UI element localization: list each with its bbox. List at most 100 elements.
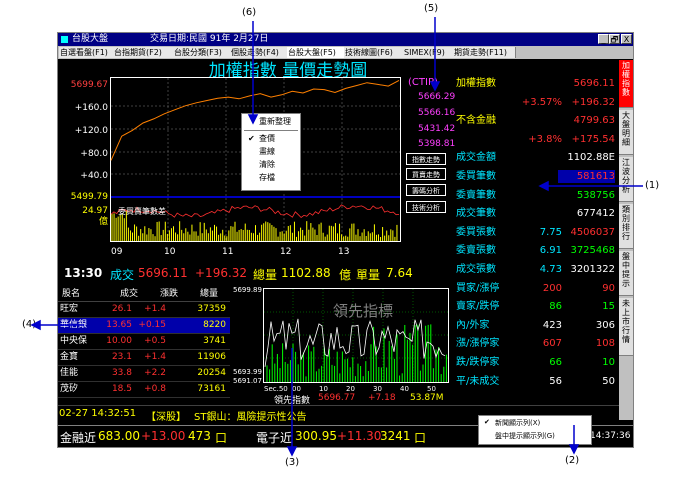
summary-value-b: +196.32 (571, 96, 615, 108)
cell-chg: +0.5 (144, 336, 166, 346)
side-tab-alerts[interactable]: 盤中提示 (619, 251, 633, 296)
side-tab-wave[interactable]: 江波分析 (619, 157, 633, 202)
col-header-change: 漲跌 (160, 289, 179, 299)
menu-item-news-bar[interactable]: 新聞顯示列(X) (479, 417, 591, 429)
table-row[interactable]: 金寶 23.1 +1.4 11906 (58, 350, 230, 366)
index-trend-button[interactable]: 指數走勢 (406, 153, 446, 165)
table-row[interactable]: 茂矽 18.5 +0.8 73161 (58, 382, 230, 398)
tab-tw-category[interactable]: 台股分類(F3) (173, 47, 231, 58)
tab-market[interactable]: 台股大盤(F5) (287, 47, 345, 58)
col-header-volume: 總量 (200, 289, 219, 299)
price-low-label: 5499.79 (70, 192, 108, 202)
bottom-right-unit: 口 (414, 431, 427, 445)
summary-label: 漲/漲停家 (456, 338, 500, 350)
summary-value-b: 581613 (558, 170, 615, 183)
tech-analysis-button[interactable]: 技術分析 (406, 201, 446, 213)
title-bar: 台股大盤 交易日期:民國 91年 2月27日 _ 🗗 X (58, 33, 633, 46)
summary-value-a: 86 (549, 301, 562, 313)
cell-price: 33.8 (111, 368, 132, 378)
summary-value-b: 4799.63 (573, 115, 615, 127)
menu-item-alert-bar[interactable]: 盤中提示顯示列(G) (479, 430, 591, 442)
tab-tw-futures[interactable]: 台指期貨(F2) (113, 47, 174, 58)
volume-max-label: 24.97 (82, 206, 108, 216)
summary-value-b: 108 (595, 338, 615, 350)
summary-value-b: 538756 (576, 189, 615, 201)
menu-item-save[interactable]: 存檔 (242, 172, 300, 184)
x-tick-label: 10 (164, 247, 176, 257)
tab-stock-trend[interactable]: 個股走勢(F4) (230, 47, 288, 58)
ticker-text: ST銀山：風險提示性公告 (194, 412, 307, 423)
menu-item-draw-line[interactable]: 畫線 (242, 146, 300, 158)
total-volume-label: 總量 (253, 268, 278, 282)
mini-x-tick-label: 20 (346, 385, 355, 392)
side-tab-index[interactable]: 加權指數 (619, 60, 633, 108)
mini-watermark: 領先指標 (333, 302, 393, 320)
cell-vol: 3741 (203, 336, 226, 346)
summary-label: 不含金融 (456, 115, 496, 127)
volume-caption: 委買賣筆數差 (118, 207, 166, 216)
y-tick: +160.0 (74, 103, 108, 113)
chart-context-menu: 重新整理 ✔ 查價 畫線 清除 存檔 (241, 113, 301, 191)
cell-chg: +0.15 (138, 320, 166, 330)
tab-simex[interactable]: SIMEX(F9) (403, 47, 454, 58)
summary-label: 成交張數 (456, 264, 496, 275)
mini-x-tick-label: 50 (427, 385, 436, 392)
cell-vol: 8220 (203, 320, 226, 330)
menu-item-refresh[interactable]: 重新整理 (242, 116, 300, 128)
table-row[interactable]: 旺宏 26.1 +1.4 37359 (58, 302, 230, 318)
tab-futures-trend[interactable]: 期貨走勢(F11) (453, 47, 516, 58)
mini-low1-label: 5693.99 (233, 368, 262, 376)
status-time: 13:30 (64, 266, 103, 280)
summary-label: 加權指數 (456, 78, 496, 89)
tab-watchlist[interactable]: 自選看盤(F1) (59, 47, 114, 58)
y-tick: +40.0 (80, 171, 108, 181)
mini-x-tick-label: Sec.50 (264, 385, 288, 392)
bottom-left-change: +13.00 (141, 429, 186, 443)
table-row[interactable]: 華信銀 13.65 +0.15 8220 (58, 318, 230, 334)
side-tab-otc[interactable]: 未上市行情 (619, 298, 633, 356)
summary-value-b: 10 (602, 357, 615, 368)
trade-date: 交易日期:民國 91年 2月27日 (150, 34, 269, 44)
callout-6: (6) (242, 7, 257, 18)
bottom-right-change: +11.30 (337, 429, 382, 443)
menu-item-clear[interactable]: 清除 (242, 159, 300, 171)
summary-label: 跌/跌停家 (456, 357, 500, 368)
ctip-value: 5398.81 (418, 139, 456, 149)
side-tab-ranking[interactable]: 類別排行 (619, 204, 633, 249)
summary-label: 成交筆數 (456, 208, 496, 220)
summary-value-a: 423 (542, 319, 562, 331)
side-tab-detail[interactable]: 大盤明細 (619, 110, 633, 155)
table-row[interactable]: 中央保 10.00 +0.5 3741 (58, 334, 230, 350)
summary-label: 成交金額 (456, 152, 496, 164)
cell-name: 佳能 (60, 368, 79, 378)
ticker-tag: 【深股】 (146, 412, 186, 423)
stock-table: 股名 成交 漲跌 總量 旺宏 26.1 +1.4 37359 華信銀 13.65 +0.15… (58, 289, 230, 405)
mini-x-ticks: Sec.50 00 10 20 30 40 50 (264, 385, 436, 392)
callout-4: (4) (22, 319, 37, 330)
menu-item-quote[interactable]: 查價 (242, 133, 300, 145)
app-title: 台股大盤 (72, 34, 109, 44)
tab-tech-chart[interactable]: 技術線圖(F6) (344, 47, 404, 58)
restore-button[interactable]: 🗗 (609, 34, 620, 44)
summary-value-b: 4506037 (570, 226, 615, 238)
trade-change: +196.32 (195, 266, 248, 280)
minimize-button[interactable]: _ (598, 34, 609, 44)
bidask-trend-button[interactable]: 買賣走勢 (406, 168, 446, 180)
summary-value-a: 200 (542, 282, 562, 294)
cell-chg: +1.4 (144, 352, 166, 362)
summary-value-b: 306 (595, 319, 615, 331)
close-button[interactable]: X (621, 34, 632, 44)
callout-1: (1) (645, 180, 660, 191)
bottom-right-value: 300.95 (295, 429, 337, 443)
mini-footer-value: 5696.77 (318, 393, 356, 403)
chip-analysis-button[interactable]: 籌碼分析 (406, 184, 446, 196)
cell-price: 18.5 (111, 384, 132, 394)
ctip-value: 5566.16 (418, 108, 456, 118)
function-tabs: 自選看盤(F1) 台指期貨(F2) 台股分類(F3) 個股走勢(F4) 台股大盤… (58, 46, 633, 59)
summary-value-b: 5696.11 (573, 78, 615, 89)
cell-name: 茂矽 (60, 384, 79, 394)
summary-value-b: +175.54 (571, 133, 615, 145)
leading-index-chart[interactable]: 領先指標 Sec.50 00 10 20 30 40 50 (263, 288, 449, 392)
table-row[interactable]: 佳能 33.8 +2.2 20254 (58, 366, 230, 382)
summary-label: 買家/漲停 (456, 282, 500, 294)
